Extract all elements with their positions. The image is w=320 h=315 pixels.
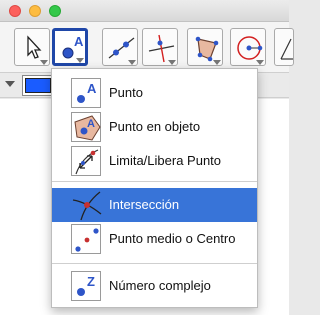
point-tools-menu: A Punto A Punto en objeto Limita/Libera … [51,68,258,308]
svg-text:Z: Z [87,274,95,289]
menu-item-label: Limita/Libera Punto [109,153,222,168]
point-on-object-icon: A [71,112,101,142]
chevron-down-icon [40,60,48,65]
move-tool-button[interactable] [14,28,50,66]
menu-item-limita-libera-punto[interactable]: Limita/Libera Punto [52,144,257,178]
menu-item-label: Punto en objeto [109,119,201,134]
toggle-style-bar-icon[interactable] [5,81,15,87]
minimize-window-button[interactable] [29,5,41,17]
polygon-tool-button[interactable] [187,28,223,66]
menu-item-punto[interactable]: A Punto [52,76,257,110]
color-swatch-button[interactable] [25,78,51,93]
intersection-icon [71,190,102,221]
menu-item-punto-medio-o-centro[interactable]: Punto medio o Centro [52,222,257,256]
point-icon: A [71,78,101,108]
chevron-down-icon [213,60,221,65]
perpendicular-tool-button[interactable] [142,28,178,66]
title-bar [0,0,289,22]
line-tool-button[interactable] [102,28,138,66]
menu-item-punto-en-objeto[interactable]: A Punto en objeto [52,110,257,144]
menu-item-numero-complejo[interactable]: Z Número complejo [52,269,257,303]
menu-item-interseccion[interactable]: Intersección [52,188,257,222]
attach-detach-point-icon [71,146,101,176]
menu-separator [52,263,257,264]
svg-text:A: A [87,81,97,96]
svg-text:A: A [74,34,84,49]
menu-item-label: Número complejo [109,278,211,293]
menu-separator [52,181,257,182]
chevron-down-icon [256,60,264,65]
angle-tool-button[interactable] [274,28,294,66]
svg-text:A: A [87,118,95,130]
midpoint-icon [71,224,101,254]
point-tool-button[interactable]: A [52,28,88,66]
chevron-down-icon [128,60,136,65]
chevron-down-icon [168,60,176,65]
menu-item-label: Intersección [109,197,180,212]
toolbar: A [0,22,294,72]
circle-tool-button[interactable] [230,28,266,66]
menu-item-label: Punto [109,85,143,100]
chevron-down-icon [76,58,84,63]
menu-item-label: Punto medio o Centro [109,231,236,246]
complex-number-icon: Z [71,271,101,301]
zoom-window-button[interactable] [49,5,61,17]
close-window-button[interactable] [9,5,21,17]
